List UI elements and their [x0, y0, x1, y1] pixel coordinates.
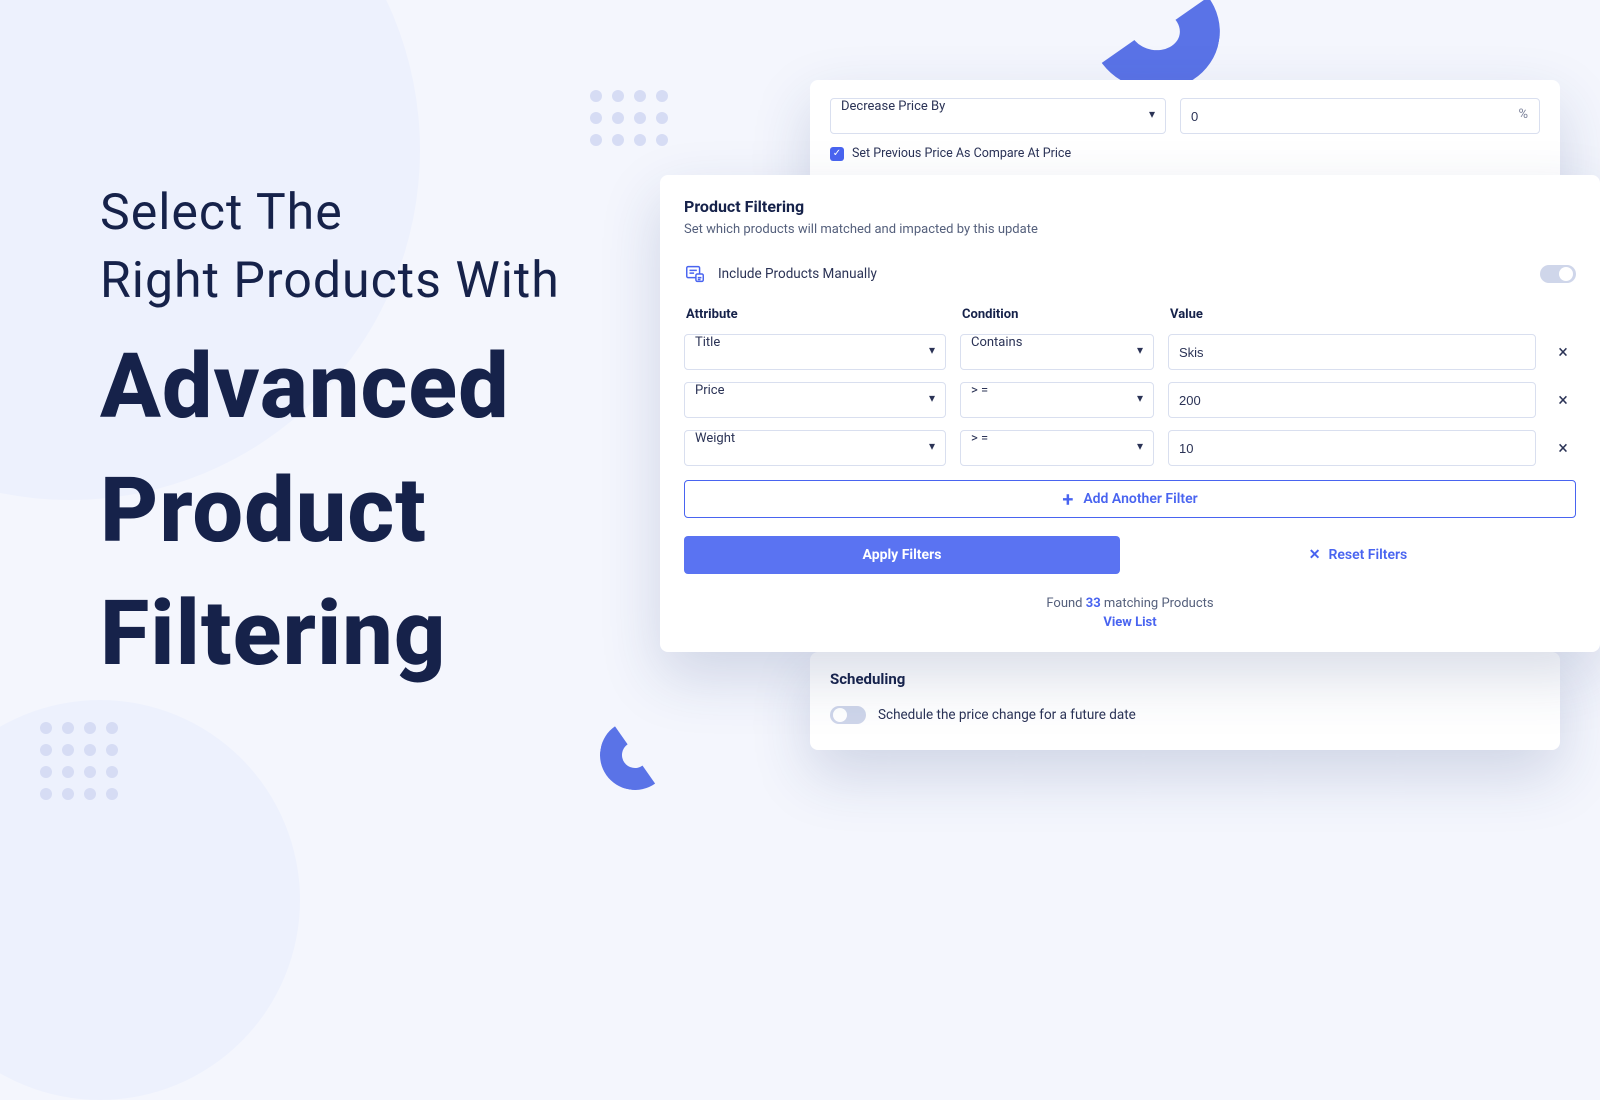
scheduling-label: Schedule the price change for a future d… [878, 707, 1136, 723]
plus-icon: + [1062, 489, 1073, 509]
found-count-text: Found 33 matching Products [684, 596, 1576, 611]
product-filtering-card: Product Filtering Set which products wil… [660, 175, 1600, 652]
filter-header-row: Attribute Condition Value [684, 307, 1576, 322]
compare-at-checkbox[interactable]: Set Previous Price As Compare At Price [830, 146, 1540, 161]
manual-include-icon [684, 263, 706, 285]
marketing-headline: Select The Right Products With Advanced … [100, 180, 620, 686]
scheduling-title: Scheduling [830, 670, 1540, 688]
filter-row: Weight > = × [684, 430, 1576, 466]
col-condition: Condition [962, 307, 1156, 322]
apply-filters-button[interactable]: Apply Filters [684, 536, 1120, 574]
scheduling-card: Scheduling Schedule the price change for… [810, 652, 1560, 750]
scheduling-toggle[interactable] [830, 706, 866, 724]
filtering-subtitle: Set which products will matched and impa… [684, 222, 1576, 237]
price-action-select[interactable]: Decrease Price By [830, 98, 1166, 134]
value-input[interactable] [1168, 382, 1536, 418]
col-value: Value [1170, 307, 1574, 322]
price-amount-input[interactable] [1180, 98, 1540, 134]
attribute-select[interactable]: Price [684, 382, 946, 418]
value-input[interactable] [1168, 334, 1536, 370]
percent-suffix: % [1518, 107, 1528, 122]
filter-row: Title Contains × [684, 334, 1576, 370]
filtering-title: Product Filtering [684, 197, 1576, 216]
decorative-dots [590, 90, 668, 146]
manual-include-toggle[interactable] [1540, 265, 1576, 283]
close-icon: ✕ [1309, 547, 1321, 563]
add-filter-button[interactable]: + Add Another Filter [684, 480, 1576, 518]
condition-select[interactable]: > = [960, 430, 1154, 466]
attribute-select[interactable]: Title [684, 334, 946, 370]
value-input[interactable] [1168, 430, 1536, 466]
view-list-link[interactable]: View List [684, 615, 1576, 630]
reset-filters-button[interactable]: ✕ Reset Filters [1140, 536, 1576, 574]
remove-filter-icon[interactable]: × [1550, 438, 1576, 459]
filter-row: Price > = × [684, 382, 1576, 418]
condition-select[interactable]: > = [960, 382, 1154, 418]
col-attribute: Attribute [686, 307, 948, 322]
checkbox-checked-icon [830, 147, 844, 161]
condition-select[interactable]: Contains [960, 334, 1154, 370]
remove-filter-icon[interactable]: × [1550, 390, 1576, 411]
remove-filter-icon[interactable]: × [1550, 342, 1576, 363]
decorative-swoosh [594, 714, 675, 795]
manual-include-label: Include Products Manually [718, 266, 877, 282]
price-action-card: Decrease Price By % Set Previous Price A… [810, 80, 1560, 187]
decorative-dots [40, 722, 118, 800]
attribute-select[interactable]: Weight [684, 430, 946, 466]
